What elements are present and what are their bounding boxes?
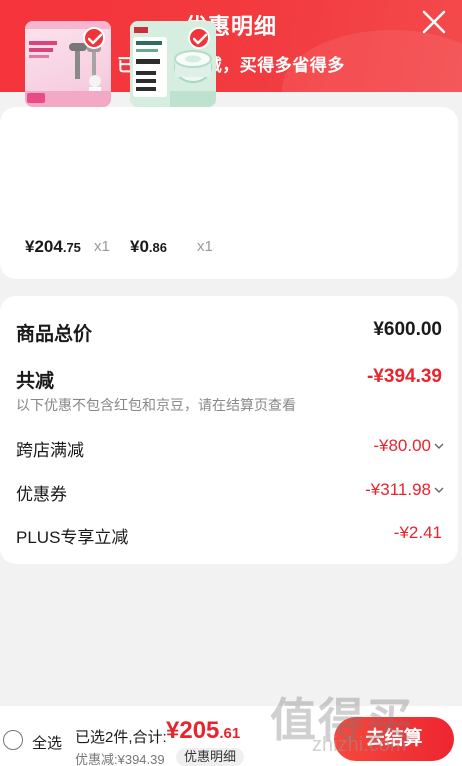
checkmark-icon xyxy=(193,33,207,45)
total-price-value: ¥600.00 xyxy=(373,319,442,340)
checkout-button[interactable]: 去结算 xyxy=(334,717,454,761)
product-price-dec: .75 xyxy=(62,240,81,255)
select-all-label[interactable]: 全选 xyxy=(32,732,62,753)
discount-amount-text: 优惠减:¥394.39 xyxy=(75,752,165,766)
product-price-int: ¥204 xyxy=(25,237,63,256)
product-price-dec: .86 xyxy=(148,240,167,255)
checkmark-icon xyxy=(88,33,102,45)
selected-check-badge xyxy=(188,27,210,49)
selected-check-badge xyxy=(83,27,105,49)
selected-count-text: 已选2件,合计: xyxy=(75,729,167,746)
total-price-label: 商品总价 xyxy=(16,324,93,345)
cross-store-discount-row[interactable]: -¥80.00 xyxy=(373,436,444,456)
product-price: ¥0.86 xyxy=(130,237,167,257)
close-button[interactable] xyxy=(420,8,448,36)
total-amount-dec: .61 xyxy=(219,725,241,742)
total-amount-int: ¥205 xyxy=(166,717,220,744)
plus-discount-value: -¥2.41 xyxy=(393,523,442,542)
coupon-row[interactable]: -¥311.98 xyxy=(365,480,444,500)
total-reduce-value: -¥394.39 xyxy=(366,366,442,387)
chevron-down-icon xyxy=(434,487,444,493)
coupon-label: 优惠券 xyxy=(16,485,67,504)
cross-store-discount-label: 跨店满减 xyxy=(16,441,84,460)
plus-discount-label: PLUS专享立减 xyxy=(16,528,129,547)
product-price: ¥204.75 xyxy=(25,237,81,257)
product-price-int: ¥0 xyxy=(130,237,149,256)
product-quantity: x1 xyxy=(197,238,213,255)
product-thumbnail-tape[interactable] xyxy=(130,21,216,107)
chevron-down-icon xyxy=(434,443,444,449)
discount-detail-button[interactable]: 优惠明细 xyxy=(176,748,245,766)
select-all-radio[interactable] xyxy=(3,730,23,750)
close-icon xyxy=(422,10,446,34)
total-reduce-label: 共减 xyxy=(16,371,55,392)
product-thumbnail-hair-dryer[interactable] xyxy=(25,21,111,107)
product-quantity: x1 xyxy=(94,238,110,255)
total-amount: ¥205.61 xyxy=(166,717,240,745)
discount-note: 以下优惠不包含红包和京豆，请在结算页查看 xyxy=(16,397,296,413)
coupon-value: -¥311.98 xyxy=(365,480,431,499)
cross-store-discount-value: -¥80.00 xyxy=(373,436,431,455)
